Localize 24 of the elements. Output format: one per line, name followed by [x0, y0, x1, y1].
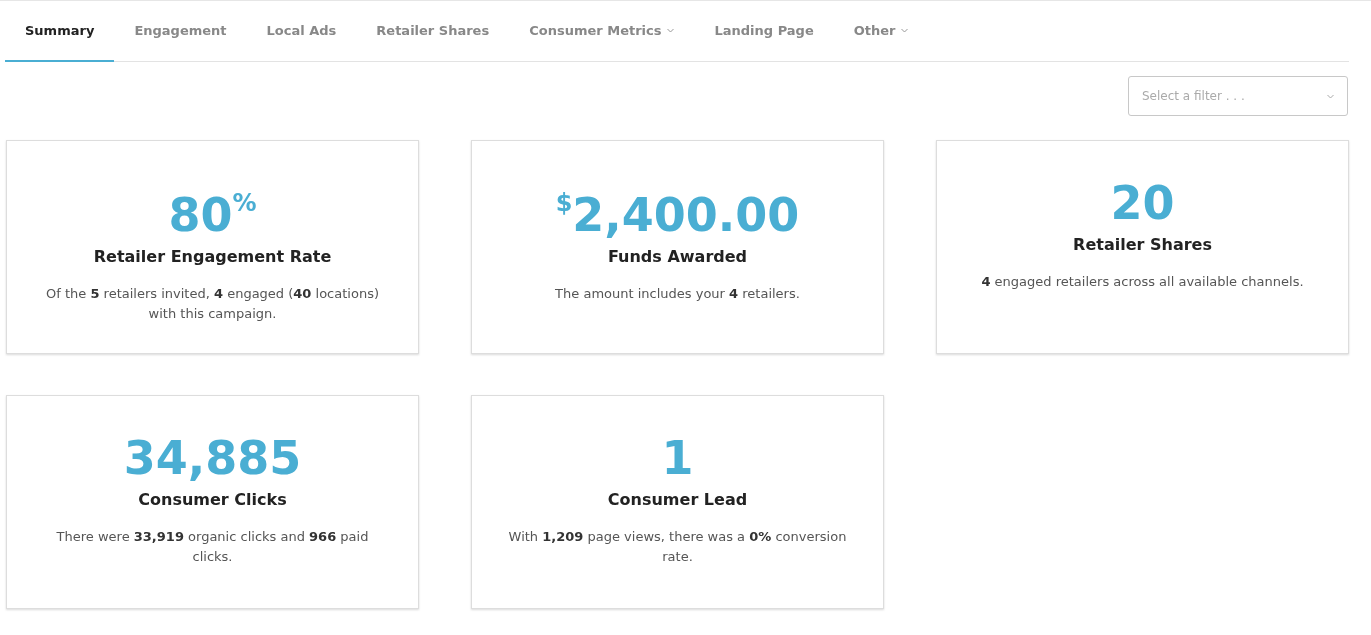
stat-title: Funds Awarded — [607, 247, 748, 266]
stat-description: There were 33,919 organic clicks and 966 paid clicks. — [55, 528, 370, 566]
stat-title: Retailer Engagement Rate — [93, 247, 332, 266]
nav-tab[interactable]: Engagement — [114, 1, 247, 62]
stat-description: With 1,209 page views, there was a 0% conversion rate. — [507, 528, 848, 566]
stat-value: 20 — [1110, 175, 1175, 231]
stat-title: Consumer Lead — [607, 490, 748, 509]
caret-icon — [1327, 94, 1334, 99]
nav-tab[interactable]: Consumer Metrics — [509, 1, 695, 62]
stat-description: The amount includes your 4 retailers. — [555, 285, 800, 303]
stat-value: 1 — [661, 430, 694, 486]
nav-tab[interactable]: Summary — [5, 1, 115, 62]
stat-title: Consumer Clicks — [138, 490, 287, 509]
stat-description: Of the 5 retailers invited, 4 engaged (40 locations) with this campaign. — [45, 285, 380, 323]
filter-dropdown[interactable]: Select a filter . . . — [1128, 76, 1348, 116]
nav-tab[interactable]: Other — [833, 1, 929, 62]
stat-value: 80$^{%}$ — [168, 187, 257, 243]
stat-title: Retailer Shares — [1073, 235, 1212, 254]
nav-tab[interactable]: Local Ads — [246, 1, 357, 62]
stat-value: 34,885 — [123, 430, 302, 486]
nav-tab[interactable]: Landing Page — [694, 1, 834, 62]
stat-value: $^{$}$2,400.00 — [555, 187, 800, 243]
nav-tab[interactable]: Retailer Shares — [356, 1, 510, 62]
stat-description: 4 engaged retailers across all available channels. — [981, 273, 1304, 291]
